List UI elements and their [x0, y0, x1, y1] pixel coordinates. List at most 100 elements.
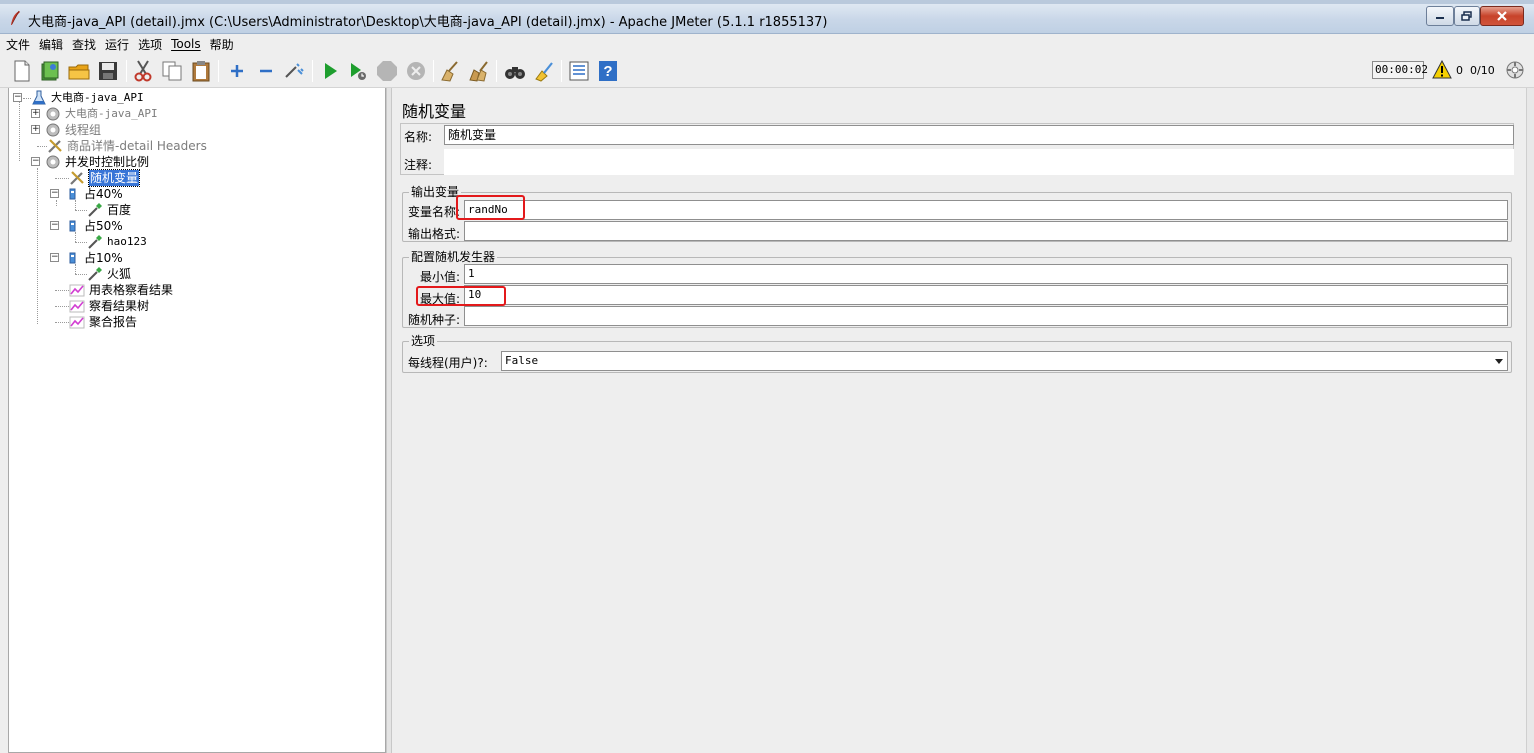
- http-sampler-pipette-icon: [88, 203, 102, 217]
- min-value-label: 最小值:: [420, 270, 461, 284]
- seed-label: 随机种子:: [408, 313, 461, 327]
- expand-icon[interactable]: +: [31, 109, 40, 118]
- output-format-input[interactable]: [464, 221, 1508, 241]
- tree-node-label: 用表格察看结果: [89, 283, 174, 297]
- title-bar: 大电商-java_API (detail).jmx (C:\Users\Admi…: [0, 0, 1534, 34]
- save-button[interactable]: [96, 59, 120, 83]
- help-button[interactable]: ?: [596, 59, 620, 83]
- name-comment-box: 名称: 随机变量 注释:: [400, 123, 1514, 175]
- close-icon: [1497, 11, 1507, 21]
- tree-node-api-disabled[interactable]: + 大电商-java_API: [31, 106, 231, 122]
- copy-button[interactable]: [160, 59, 184, 83]
- right-edge-scroll[interactable]: [1526, 88, 1534, 753]
- min-value-input[interactable]: 1: [464, 264, 1508, 284]
- templates-icon: [41, 61, 59, 81]
- collapse-all-button[interactable]: [254, 59, 278, 83]
- comment-textarea[interactable]: [444, 149, 1514, 175]
- toggle-button[interactable]: [283, 59, 307, 83]
- collapse-icon[interactable]: −: [50, 221, 59, 230]
- thread-group-gear-icon: [46, 123, 60, 137]
- tree-node-concurrency-ratio[interactable]: − 并发时控制比例: [31, 154, 251, 170]
- tree-node-random-variable[interactable]: 随机变量: [49, 169, 229, 187]
- menu-file[interactable]: 文件: [6, 36, 30, 53]
- collapse-icon[interactable]: −: [31, 157, 40, 166]
- max-value-input[interactable]: 10: [464, 285, 1508, 305]
- templates-button[interactable]: [38, 59, 62, 83]
- start-button[interactable]: [318, 59, 342, 83]
- tree-node-label: 察看结果树: [89, 299, 150, 313]
- tree-node-baidu[interactable]: 百度: [69, 202, 249, 218]
- new-button[interactable]: [10, 59, 34, 83]
- close-button[interactable]: [1480, 6, 1524, 26]
- tree-guide: [37, 168, 38, 324]
- tree-node-label: 聚合报告: [89, 315, 138, 329]
- per-thread-label: 每线程(用户)?:: [408, 356, 488, 370]
- tree-node-ratio-50[interactable]: − 占50%: [50, 218, 230, 234]
- search-button[interactable]: [503, 59, 527, 83]
- copy-icon: [162, 61, 182, 81]
- tree-node-aggregate-report[interactable]: 聚合报告: [49, 314, 249, 330]
- cut-button[interactable]: [131, 59, 155, 83]
- tree-node-results-tree[interactable]: 察看结果树: [49, 298, 249, 314]
- listener-graph-icon: [69, 316, 85, 329]
- menu-run[interactable]: 运行: [105, 36, 129, 53]
- tree-node-headers[interactable]: 商品详情-detail Headers: [31, 138, 291, 154]
- collapse-icon[interactable]: −: [50, 189, 59, 198]
- tree-node-ratio-10[interactable]: − 占10%: [50, 250, 230, 266]
- svg-text:?: ?: [603, 63, 612, 80]
- http-sampler-pipette-icon: [88, 267, 102, 281]
- listener-graph-icon: [69, 284, 85, 297]
- maximize-button[interactable]: [1454, 6, 1480, 26]
- reset-search-button[interactable]: [532, 59, 556, 83]
- clear-button[interactable]: [438, 59, 462, 83]
- clear-all-button[interactable]: [467, 59, 491, 83]
- test-plan-tree[interactable]: − 大电商-java_API + 大电商-java_API + 线程组 商品详情…: [8, 88, 386, 753]
- tree-guide: [75, 274, 87, 275]
- tree-node-firefox[interactable]: 火狐: [69, 266, 249, 282]
- name-input[interactable]: 随机变量: [444, 125, 1514, 145]
- thread-group-gear-icon: [46, 107, 60, 121]
- tree-node-thread-group[interactable]: + 线程组: [31, 122, 231, 138]
- shutdown-button[interactable]: [404, 59, 428, 83]
- elapsed-timer: 00:00:02: [1372, 61, 1428, 79]
- menu-search[interactable]: 查找: [72, 36, 96, 53]
- chevron-down-icon: [1495, 359, 1503, 364]
- clear-broom-icon: [441, 61, 458, 82]
- menu-tools[interactable]: Tools: [171, 37, 201, 51]
- start-no-pauses-button[interactable]: [346, 59, 370, 83]
- per-thread-select[interactable]: False: [501, 351, 1508, 371]
- output-variable-group-title: 输出变量: [409, 183, 462, 200]
- tree-node-table-results[interactable]: 用表格察看结果: [49, 282, 249, 298]
- tree-node-label: 占50%: [84, 219, 123, 233]
- toolbar: ?: [0, 54, 1534, 88]
- open-button[interactable]: [67, 59, 91, 83]
- tree-node-ratio-40[interactable]: − 占40%: [50, 186, 230, 202]
- tree-node-hao123[interactable]: hao123: [69, 234, 249, 250]
- clear-all-broom-icon: [469, 61, 488, 82]
- collapse-icon[interactable]: −: [50, 253, 59, 262]
- variable-name-input[interactable]: randNo: [464, 200, 1508, 220]
- tree-node-label: 占10%: [84, 251, 123, 265]
- minimize-button[interactable]: [1426, 6, 1454, 26]
- expand-icon[interactable]: +: [31, 125, 40, 134]
- menu-edit[interactable]: 编辑: [39, 36, 63, 53]
- stop-button[interactable]: [375, 59, 399, 83]
- tree-node-label: hao123: [107, 235, 147, 248]
- toggle-wand-icon: [285, 63, 304, 78]
- menu-options[interactable]: 选项: [138, 36, 162, 53]
- restore-icon: [1461, 11, 1472, 21]
- open-folder-icon: [68, 64, 90, 80]
- expand-all-button[interactable]: [225, 59, 249, 83]
- menu-help[interactable]: 帮助: [210, 36, 234, 53]
- page-title: 随机变量: [402, 102, 467, 121]
- tree-node-root[interactable]: − 大电商-java_API: [13, 90, 213, 106]
- collapse-icon[interactable]: −: [13, 93, 22, 102]
- function-helper-button[interactable]: [567, 59, 591, 83]
- seed-input[interactable]: [464, 306, 1508, 326]
- paste-button[interactable]: [189, 59, 213, 83]
- window-title: 大电商-java_API (detail).jmx (C:\Users\Admi…: [28, 15, 828, 30]
- warning-icon[interactable]: [1432, 60, 1452, 80]
- toolbar-separator: [433, 60, 434, 82]
- tree-guide: [55, 306, 69, 307]
- active-threads: 0/10: [1470, 64, 1495, 77]
